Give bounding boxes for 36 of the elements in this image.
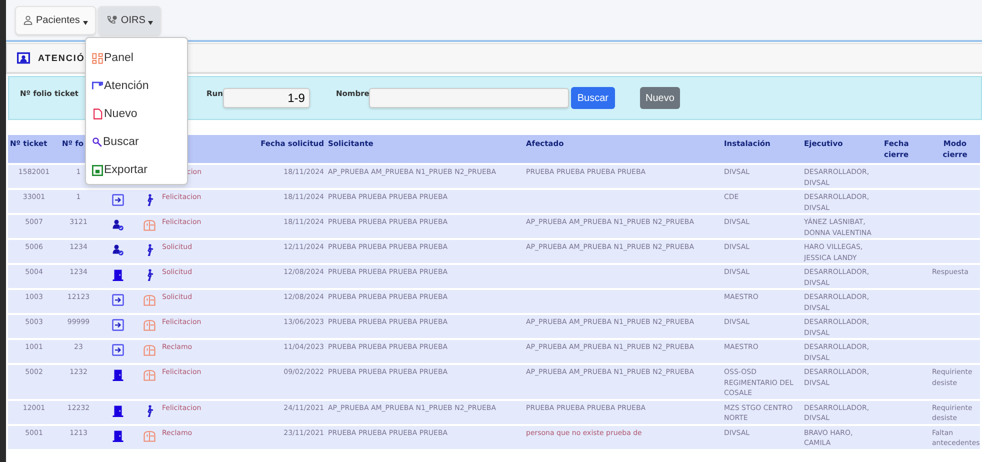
menu-item[interactable]: Nuevo: [86, 104, 187, 124]
name-field[interactable]: [369, 88, 570, 108]
card-title: ATENCIÓ: [38, 53, 85, 63]
counter-icon: [142, 430, 157, 442]
arrow-box-icon: [112, 294, 124, 306]
nav-dropdown-button[interactable]: OIRS: [98, 6, 162, 34]
id-card-icon: [17, 52, 30, 64]
board-icon: [92, 80, 103, 92]
counter-icon: [142, 369, 157, 381]
user-icon: [23, 15, 33, 25]
search-button[interactable]: Buscar: [571, 87, 614, 109]
counter-icon: [142, 319, 157, 331]
search-icon: [92, 137, 102, 147]
arrow-box-icon: [112, 194, 124, 206]
door-icon: [112, 430, 124, 442]
dashboard-icon: [92, 52, 103, 64]
door-icon: [112, 369, 124, 381]
door-icon: [112, 404, 124, 416]
run-field[interactable]: 1-9: [222, 88, 310, 108]
counter-icon: [142, 294, 157, 306]
caret-icon: [148, 21, 154, 25]
door-icon: [112, 269, 124, 281]
arrow-box-icon: [112, 344, 124, 356]
user-check-icon: [112, 219, 124, 231]
counter-icon: [142, 219, 157, 231]
user-check-icon: [112, 244, 124, 256]
menu-item[interactable]: Atención: [86, 76, 187, 96]
phone-icon: [106, 14, 118, 26]
counter-icon: [142, 344, 157, 356]
nav-dropdown-button[interactable]: Pacientes: [15, 6, 96, 34]
new-button[interactable]: Nuevo: [640, 87, 680, 109]
file-icon: [92, 108, 103, 120]
caret-icon: [82, 21, 88, 25]
arrow-box-icon: [112, 319, 124, 331]
menu-item[interactable]: Panel: [86, 48, 187, 68]
save-icon: [92, 164, 103, 176]
